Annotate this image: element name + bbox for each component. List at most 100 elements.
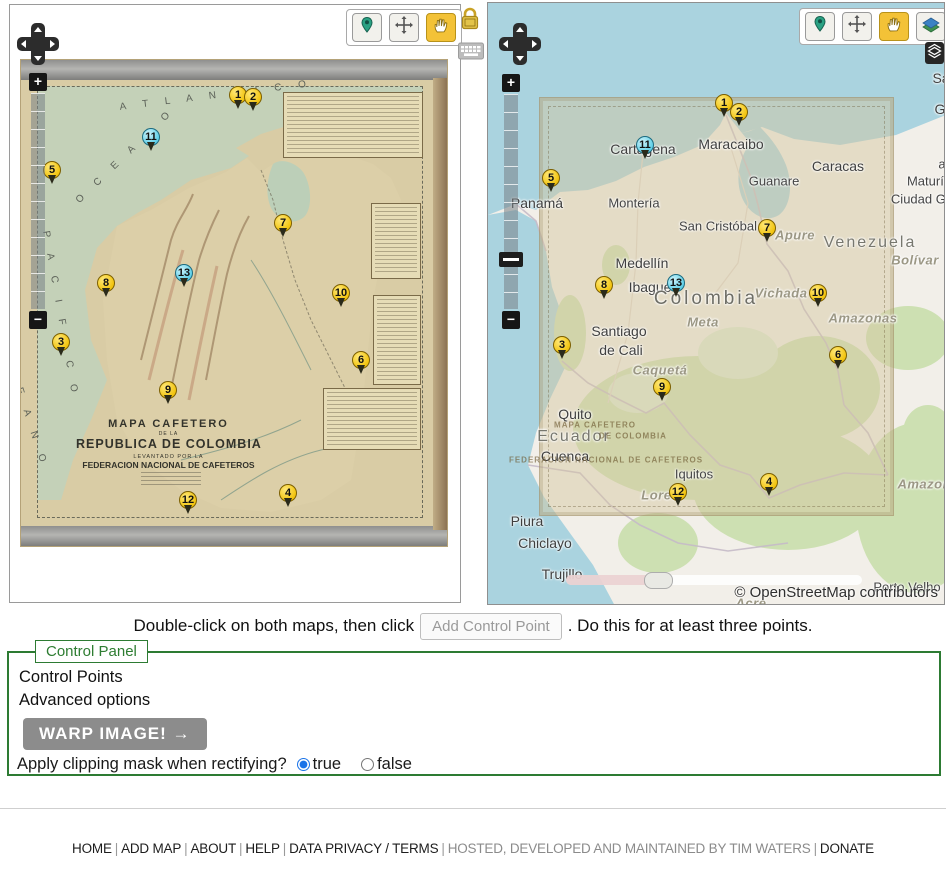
control-point-number: 12 [669,483,687,501]
control-point-marker-9[interactable]: 9 [653,378,671,403]
control-point-marker-10[interactable]: 10 [332,284,350,309]
control-point-marker-8[interactable]: 8 [595,276,613,301]
scan-edge [433,78,447,530]
move-control-point-tool-button[interactable] [389,13,419,42]
advanced-options-link[interactable]: Advanced options [19,691,933,710]
zoom-out-button[interactable]: − [29,311,47,329]
original-map-panel[interactable]: A T L A N T I C O O C E A N O P A C I F … [9,4,461,603]
control-point-marker-7[interactable]: 7 [274,214,292,239]
footer-link-home[interactable]: HOME [72,841,112,856]
control-panel: Control Panel Control Points Advanced op… [7,640,941,776]
control-point-marker-7[interactable]: 7 [758,219,776,244]
map-label: Vichada [755,286,808,301]
footer-nav: HOME|ADD MAP|ABOUT|HELP|DATA PRIVACY / T… [0,841,946,856]
pan-compass-control[interactable] [499,23,541,65]
keyboard-shortcuts-button[interactable] [458,41,486,66]
map-label: Chiclayo [518,535,572,551]
layer-switcher-button[interactable] [925,42,944,64]
map-inset-table [371,203,421,279]
control-point-number: 8 [97,274,115,292]
move-control-point-tool-button[interactable] [842,12,872,41]
clip-false-label[interactable]: false [377,755,412,774]
control-point-number: 9 [159,381,177,399]
add-control-point-tool-button[interactable] [352,13,382,42]
clip-true-label[interactable]: true [313,755,341,774]
control-point-marker-2[interactable]: 2 [730,103,748,128]
zoom-in-button[interactable]: + [29,73,47,91]
control-point-marker-13[interactable]: 13 [175,264,193,289]
map-label: Apure [775,228,815,243]
warp-image-button[interactable]: WARP IMAGE! → [23,718,207,750]
clip-false-radio[interactable] [361,758,374,771]
add-control-point-tool-button[interactable] [805,12,835,41]
move-arrows-icon [394,15,414,40]
clip-true-radio[interactable] [297,758,310,771]
control-panel-legend: Control Panel [35,640,148,663]
control-point-number: 6 [352,351,370,369]
map-inset-table [283,92,423,158]
map-label: Maracaibo [698,136,763,152]
control-point-marker-12[interactable]: 12 [669,483,687,508]
reference-osm-panel[interactable]: + − [487,2,945,605]
control-point-number: 10 [332,284,350,302]
map-label: Amazonas [897,477,945,492]
control-point-marker-12[interactable]: 12 [179,491,197,516]
control-point-marker-5[interactable]: 5 [542,169,560,194]
control-point-marker-6[interactable]: 6 [352,351,370,376]
control-point-marker-11[interactable]: 11 [636,136,654,161]
control-point-marker-5[interactable]: 5 [43,161,61,186]
pan-compass-control[interactable] [17,23,59,65]
scanned-map-image[interactable]: A T L A N T I C O O C E A N O P A C I F … [21,60,447,546]
control-point-marker-11[interactable]: 11 [142,128,160,153]
scan-roller-bottom [21,526,447,546]
zoom-out-button[interactable]: − [502,311,520,329]
control-point-number: 3 [52,333,70,351]
control-point-number: 7 [758,219,776,237]
overlay-opacity-handle[interactable] [644,572,673,589]
control-point-number: 8 [595,276,613,294]
control-point-number: 4 [279,484,297,502]
tilted-map-layers-icon [920,14,942,39]
osm-attribution: © OpenStreetMap contributors [734,584,938,601]
control-point-marker-6[interactable]: 6 [829,346,847,371]
map-label: Caracas [812,158,864,174]
map-label: Caquetá [633,363,688,378]
control-points-link[interactable]: Control Points [19,668,933,687]
control-point-marker-3[interactable]: 3 [52,333,70,358]
scan-roller-top [21,60,447,80]
control-point-marker-13[interactable]: 13 [667,274,685,299]
map-inset-table [373,295,421,385]
map-title-line1: MAPA CAFETERO [76,418,261,430]
map-label: FEDERACION NACIONAL DE CAFETEROS [509,456,703,465]
map-label: Sa [932,70,945,86]
control-point-number: 12 [179,491,197,509]
zoom-slider-track[interactable] [504,94,518,309]
footer-link-data-privacy-terms[interactable]: DATA PRIVACY / TERMS [289,841,438,856]
pan-tool-button[interactable] [879,12,909,41]
control-point-number: 10 [809,284,827,302]
zoom-in-button[interactable]: + [502,74,520,92]
zoom-slider-track[interactable] [31,93,45,309]
control-point-marker-4[interactable]: 4 [279,484,297,509]
control-point-number: 7 [274,214,292,232]
control-point-marker-3[interactable]: 3 [553,336,571,361]
control-point-marker-2[interactable]: 2 [244,88,262,113]
control-point-marker-4[interactable]: 4 [760,473,778,498]
basemap-select-button[interactable] [916,12,945,41]
add-control-point-button[interactable]: Add Control Point [420,613,562,640]
control-point-marker-10[interactable]: 10 [809,284,827,309]
control-point-marker-8[interactable]: 8 [97,274,115,299]
footer-link-donate[interactable]: DONATE [820,841,874,856]
footer-link-add-map[interactable]: ADD MAP [121,841,181,856]
lock-zoom-button[interactable] [458,6,486,37]
footer-link-about[interactable]: ABOUT [190,841,236,856]
pan-tool-button[interactable] [426,13,456,42]
footer-separator: | [438,841,447,856]
footer-link-help[interactable]: HELP [245,841,279,856]
zoom-slider-handle[interactable] [499,252,523,267]
control-point-marker-9[interactable]: 9 [159,381,177,406]
control-point-number: 9 [653,378,671,396]
map-title-line5: FEDERACION NACIONAL DE CAFETEROS [76,460,261,470]
map-inset-table [323,388,421,450]
footer-separator: | [811,841,820,856]
